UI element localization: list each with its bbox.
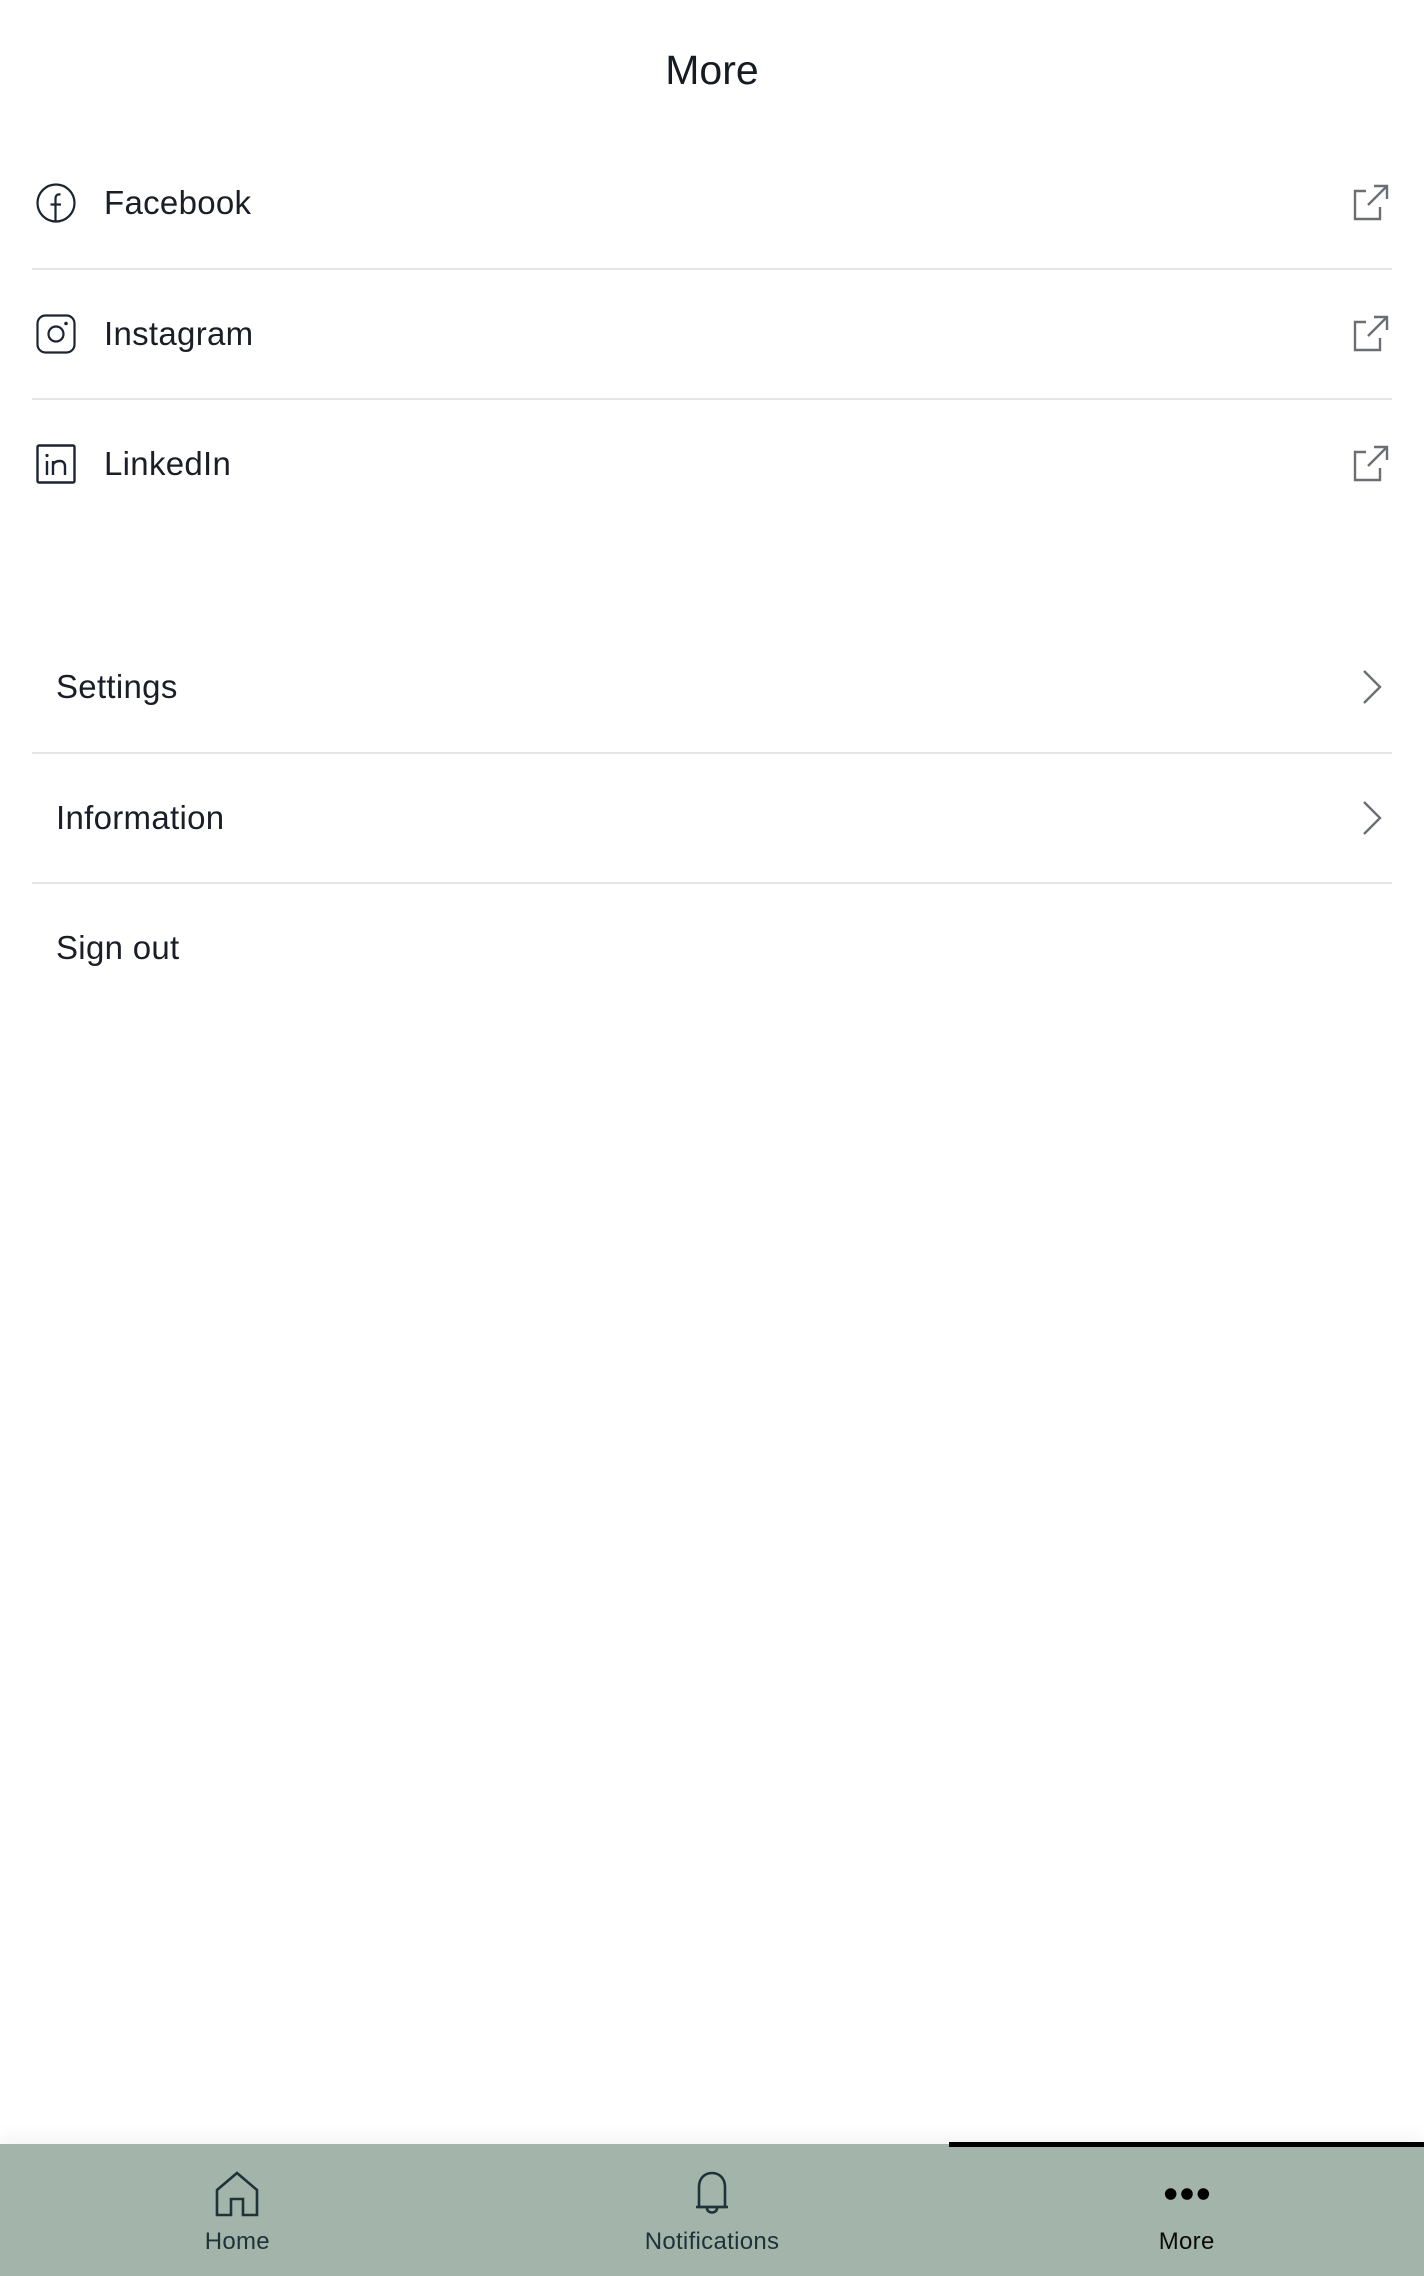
menu-item-label: Settings [56,668,178,705]
social-links-list: Facebook Instagram LinkedIn [32,138,1392,528]
instagram-icon [36,314,76,354]
menu-item-label: Information [56,799,225,836]
social-link-instagram[interactable]: Instagram [32,268,1392,398]
page-title: More [665,47,759,93]
external-link-icon [1350,314,1390,354]
linkedin-icon [36,444,76,484]
facebook-icon [36,183,76,223]
chevron-right-icon [1350,667,1390,707]
social-link-facebook[interactable]: Facebook [32,138,1392,268]
more-dots-icon [1163,2170,1211,2218]
menu-item-settings[interactable]: Settings [32,622,1392,752]
nav-tab-notifications[interactable]: Notifications [475,2144,950,2276]
chevron-right-icon [1350,798,1390,838]
menu-item-label: Sign out [56,929,180,966]
nav-tab-home[interactable]: Home [0,2144,475,2276]
menu-item-information[interactable]: Information [32,752,1392,882]
social-link-linkedin[interactable]: LinkedIn [32,398,1392,528]
menu-list: Settings Information Sign out [32,622,1392,1012]
nav-tab-label: Home [204,2228,270,2255]
menu-item-sign-out[interactable]: Sign out [32,882,1392,1012]
nav-tab-label: Notifications [644,2228,780,2255]
nav-tab-more[interactable]: More [949,2142,1424,2276]
home-icon [213,2170,261,2218]
social-link-label: LinkedIn [104,445,232,482]
external-link-icon [1350,183,1390,223]
social-link-label: Instagram [104,315,254,352]
social-link-label: Facebook [104,184,252,221]
external-link-icon [1350,444,1390,484]
nav-tab-label: More [1158,2228,1215,2255]
bell-icon [688,2170,736,2218]
bottom-nav: Home Notifications More [0,2142,1424,2276]
